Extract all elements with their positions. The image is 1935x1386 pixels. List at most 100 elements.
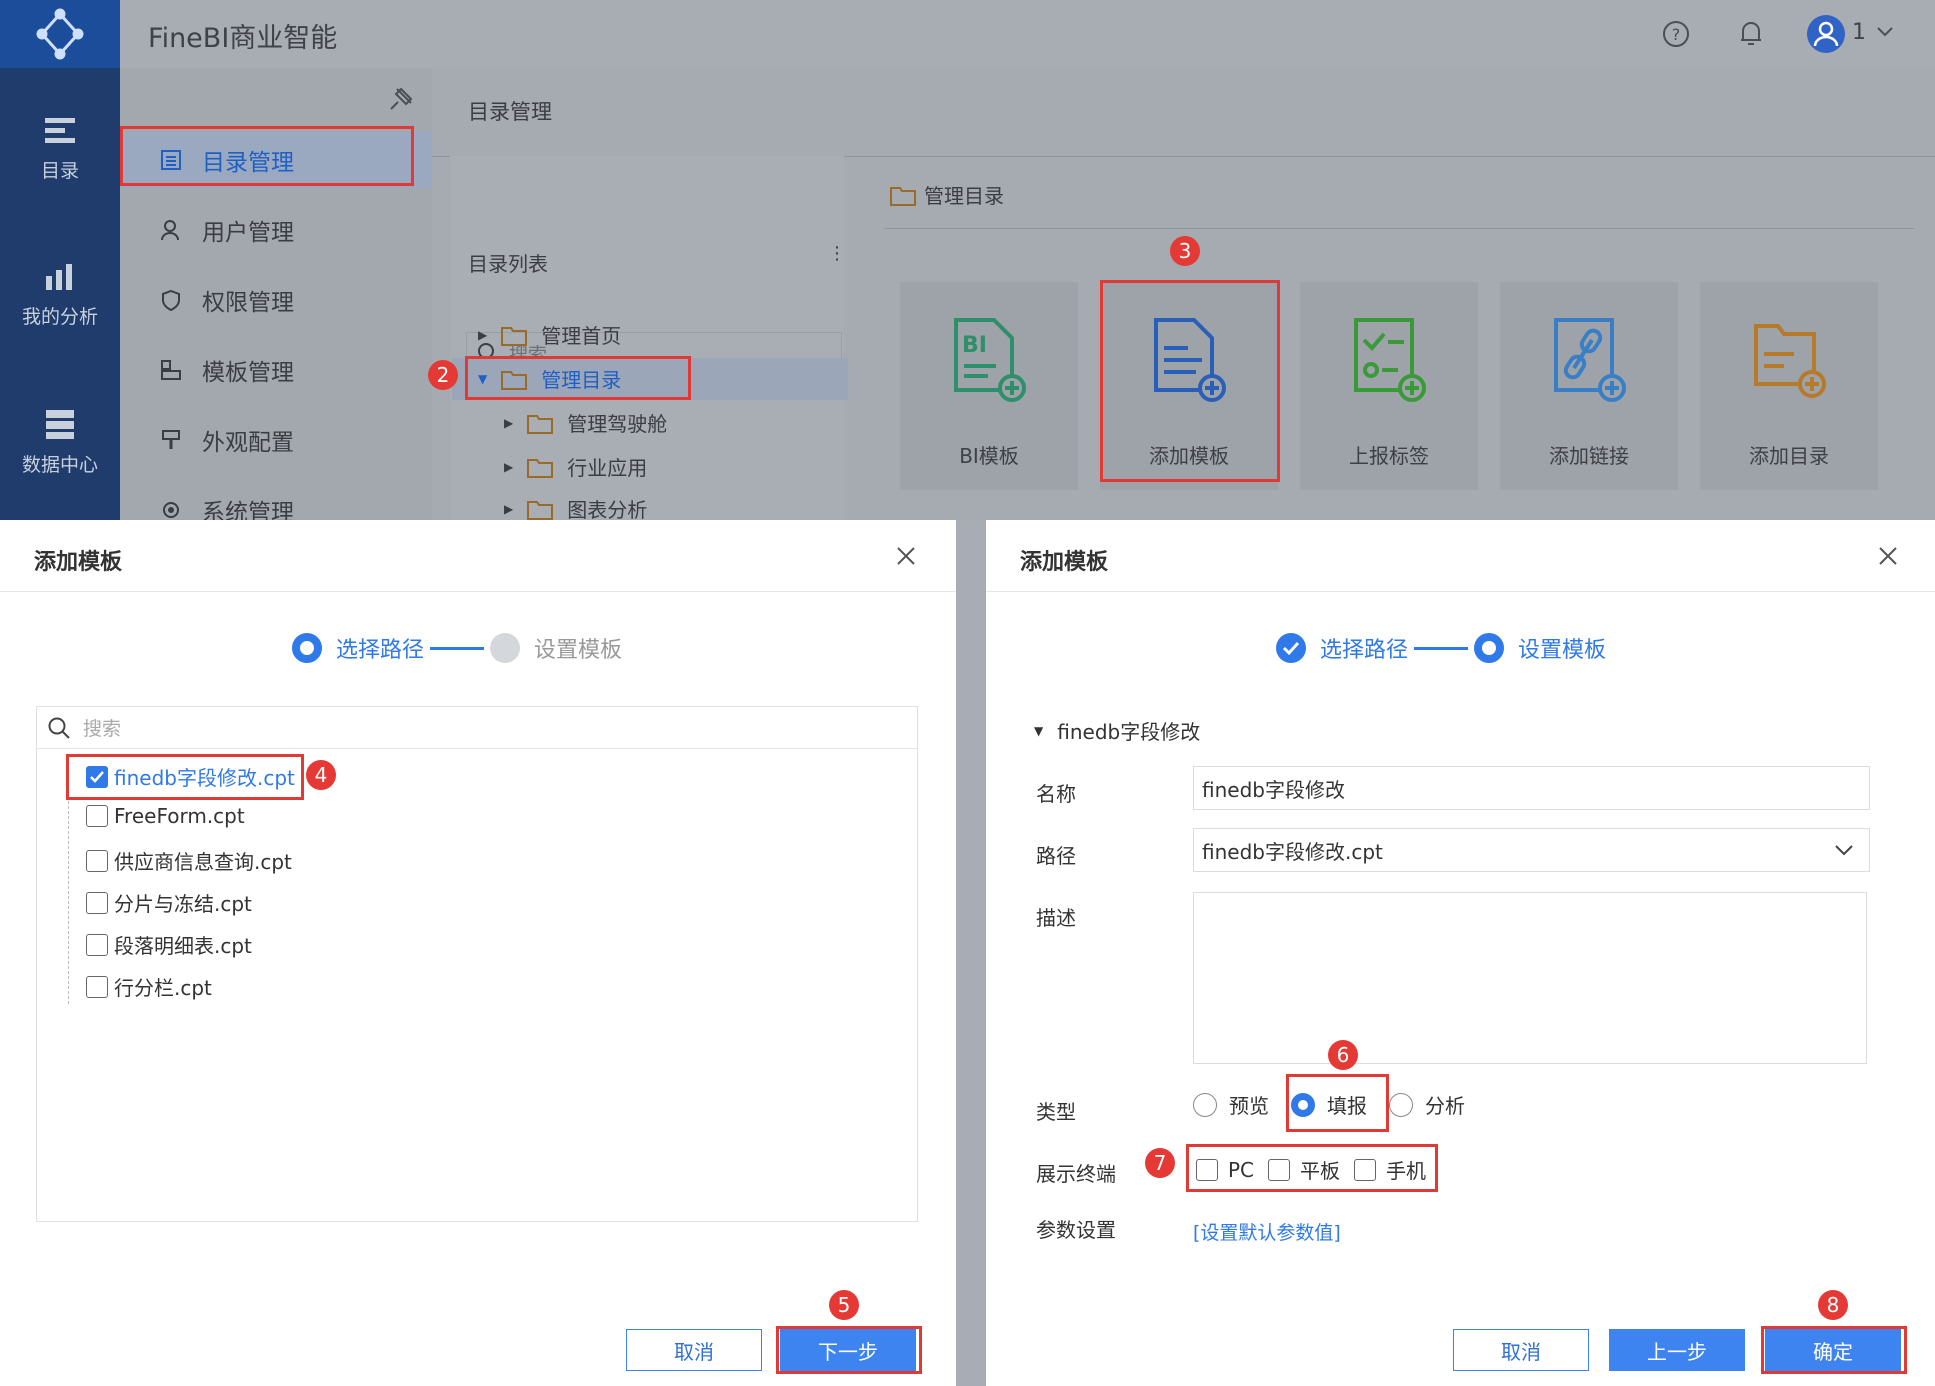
menu-item-users[interactable]: 用户管理 <box>120 202 432 258</box>
name-input[interactable]: finedb字段修改 <box>1193 766 1870 810</box>
checkbox-pc[interactable] <box>1196 1158 1218 1181</box>
menu-item-system[interactable]: 系统管理 <box>120 482 432 520</box>
desc-textarea[interactable] <box>1193 892 1867 1064</box>
folder-icon <box>501 370 528 390</box>
menu-item-permissions[interactable]: 权限管理 <box>120 272 432 328</box>
avatar-icon[interactable] <box>1806 14 1846 54</box>
chevron-down-icon[interactable] <box>1876 26 1894 38</box>
top-bar: FineBI商业智能 ? 1 <box>0 0 1935 68</box>
tile-label: 添加链接 <box>1549 444 1629 468</box>
checkbox[interactable] <box>86 805 108 827</box>
radio-fill-report[interactable] <box>1291 1092 1315 1117</box>
file-row[interactable]: finedb字段修改.cpt <box>86 762 295 791</box>
step-badge: 3 <box>1170 236 1200 266</box>
tree-item[interactable]: ▶ 图表分析 <box>504 494 647 520</box>
dialog-title: 添加模板 <box>34 550 123 575</box>
radio-label: 填报 <box>1327 1094 1367 1118</box>
file-row[interactable]: 行分栏.cpt <box>86 972 212 1001</box>
tree-label: 图表分析 <box>567 498 648 520</box>
file-row[interactable]: 分片与冻结.cpt <box>86 888 252 917</box>
tile-bi-template[interactable]: BI BI模板 <box>900 282 1078 490</box>
rail-item-data-center[interactable]: 数据中心 <box>0 408 120 477</box>
chevron-down-icon <box>1835 845 1853 856</box>
type-radio-group: 预览 填报 分析 <box>1193 1090 1465 1119</box>
search-placeholder: 搜索 <box>83 718 122 740</box>
checkbox-mobile[interactable] <box>1354 1158 1377 1181</box>
tree-item[interactable]: ▶ 行业应用 <box>504 452 647 481</box>
file-name: 段落明细表.cpt <box>114 934 252 958</box>
params-label: 参数设置 <box>1036 1218 1116 1242</box>
left-rail: 目录 我的分析 数据中心 <box>0 68 120 520</box>
checkbox-tablet[interactable] <box>1268 1158 1291 1181</box>
tile-add-template[interactable]: 添加模板 <box>1100 282 1278 490</box>
step-badge: 5 <box>829 1290 859 1320</box>
checkbox[interactable] <box>86 933 108 956</box>
tile-add-folder[interactable]: 添加目录 <box>1700 282 1878 490</box>
tree-label: 管理目录 <box>541 368 622 392</box>
next-button[interactable]: 下一步 <box>780 1329 916 1371</box>
file-search[interactable]: 搜索 <box>37 707 917 749</box>
menu-item-catalog[interactable]: 目录管理 <box>120 132 432 188</box>
step-active-icon <box>292 633 322 663</box>
step-active-icon <box>1474 633 1505 663</box>
set-default-params-link[interactable]: [设置默认参数值] <box>1193 1218 1341 1245</box>
caret-right-icon: ▶ <box>504 415 514 430</box>
tile-report-tag[interactable]: 上报标签 <box>1300 282 1478 490</box>
section-title: finedb字段修改 <box>1057 720 1201 744</box>
add-template-icon <box>1154 318 1226 402</box>
prev-button[interactable]: 上一步 <box>1609 1329 1745 1371</box>
help-icon[interactable]: ? <box>1662 20 1690 48</box>
step-inactive-icon <box>490 633 521 663</box>
tree-label: 行业应用 <box>567 456 648 480</box>
right-panel-title: 管理目录 <box>890 180 1004 209</box>
menu-item-appearance[interactable]: 外观配置 <box>120 412 432 468</box>
gear-icon <box>163 502 179 518</box>
file-row[interactable]: FreeForm.cpt <box>86 804 245 828</box>
menu-label: 系统管理 <box>202 500 294 520</box>
cancel-button[interactable]: 取消 <box>626 1329 762 1371</box>
more-icon[interactable]: ⋮ <box>828 245 846 270</box>
checkbox[interactable] <box>86 975 108 998</box>
tile-label: 添加目录 <box>1749 444 1829 468</box>
tree-label: 管理驾驶舱 <box>567 412 668 436</box>
desc-label: 描述 <box>1036 906 1076 930</box>
link-icon <box>1554 318 1626 402</box>
folder-icon <box>527 458 554 478</box>
menu-label: 权限管理 <box>202 290 294 316</box>
tree-guide <box>68 776 69 1004</box>
file-row[interactable]: 段落明细表.cpt <box>86 930 252 959</box>
tile-add-link[interactable]: 添加链接 <box>1500 282 1678 490</box>
checkbox[interactable] <box>86 849 108 872</box>
bell-icon[interactable] <box>1738 18 1764 48</box>
user-name[interactable]: 1 <box>1852 20 1866 45</box>
cancel-button[interactable]: 取消 <box>1453 1329 1589 1371</box>
tree-item-selected[interactable]: ▼ 管理目录 <box>478 364 621 393</box>
stepper: 选择路径 设置模板 <box>292 632 622 664</box>
tree-item[interactable]: ▶ 管理驾驶舱 <box>504 408 667 437</box>
file-row[interactable]: 供应商信息查询.cpt <box>86 846 292 875</box>
pin-icon[interactable] <box>388 86 414 112</box>
logo-icon <box>36 8 84 60</box>
radio-preview[interactable] <box>1193 1092 1217 1117</box>
menu-item-templates[interactable]: 模板管理 <box>120 342 432 398</box>
report-tag-icon <box>1354 318 1426 402</box>
confirm-button[interactable]: 确定 <box>1765 1329 1901 1371</box>
step-connector <box>430 646 485 650</box>
caret-right-icon: ▶ <box>504 501 514 516</box>
section-header[interactable]: ▼ finedb字段修改 <box>1034 716 1200 745</box>
radio-analysis[interactable] <box>1389 1092 1413 1117</box>
path-select[interactable]: finedb字段修改.cpt <box>1193 828 1870 872</box>
checkbox-checked[interactable] <box>86 765 108 788</box>
step-badge: 2 <box>428 360 458 390</box>
tree-item[interactable]: ▶ 管理首页 <box>478 320 621 349</box>
close-icon[interactable] <box>1874 542 1902 570</box>
step-connector <box>1414 646 1469 650</box>
folder-icon <box>890 186 916 206</box>
app-logo[interactable] <box>0 0 120 68</box>
rail-item-analysis[interactable]: 我的分析 <box>0 262 120 329</box>
step-badge: 4 <box>306 760 336 790</box>
checkbox[interactable] <box>86 891 108 914</box>
caret-down-icon: ▼ <box>1034 723 1044 738</box>
rail-item-catalog[interactable]: 目录 <box>0 116 120 183</box>
close-icon[interactable] <box>892 542 920 570</box>
